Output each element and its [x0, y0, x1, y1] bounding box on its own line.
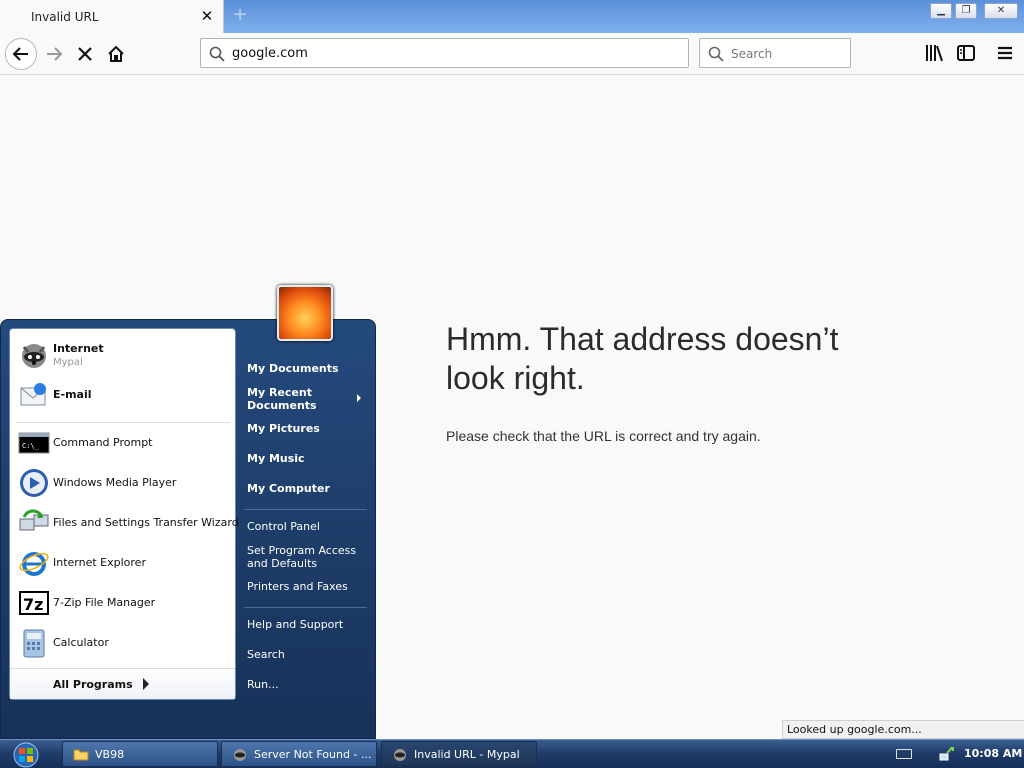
start-link-control-panel[interactable]: Control Panel	[247, 520, 320, 533]
taskbar-item-vb98[interactable]: VB98	[62, 741, 218, 767]
keyboard-icon[interactable]	[896, 749, 912, 759]
tab-title: Invalid URL	[31, 10, 99, 24]
start-item-sublabel: Mypal	[53, 357, 83, 368]
start-link-program-access[interactable]: Set Program Access and Defaults	[247, 544, 357, 570]
start-link-my-music[interactable]: My Music	[247, 452, 305, 465]
start-item-label: E-mail	[53, 388, 92, 401]
error-message: Please check that the URL is correct and…	[446, 428, 761, 444]
right-pane-separator	[244, 607, 367, 608]
hamburger-menu-icon[interactable]	[993, 41, 1017, 65]
forward-button[interactable]	[40, 40, 68, 68]
arrow-right-icon	[143, 678, 149, 690]
raccoon-browser-icon	[22, 344, 46, 368]
start-link-recent-documents[interactable]: My Recent Documents	[247, 386, 347, 412]
raccoon-browser-icon	[394, 749, 406, 761]
start-item-internet[interactable]: Internet Mypal	[10, 337, 235, 373]
back-button[interactable]	[5, 38, 37, 70]
tab-strip: Invalid URL ✕ + ▁ ❐ ✕	[0, 0, 1024, 34]
pinned-separator	[16, 422, 230, 423]
home-button[interactable]	[102, 40, 130, 68]
new-tab-icon[interactable]: +	[231, 5, 249, 25]
search-placeholder: Search	[731, 47, 773, 61]
start-item-label: 7-Zip File Manager	[53, 596, 156, 609]
taskbar: VB98 Server Not Found - ... Invalid URL …	[0, 739, 1024, 768]
svg-text:7z: 7z	[23, 595, 43, 614]
home-icon	[108, 45, 124, 62]
navigation-toolbar: Search	[0, 33, 1024, 75]
all-programs-button[interactable]: All Programs	[10, 668, 235, 699]
user-avatar[interactable]	[277, 285, 333, 341]
back-arrow-icon	[12, 47, 28, 61]
raccoon-browser-icon	[234, 749, 246, 761]
start-item-calculator[interactable]: Calculator	[10, 625, 235, 661]
start-link-run[interactable]: Run...	[247, 678, 279, 691]
start-item-label: Calculator	[53, 636, 109, 649]
start-link-my-computer[interactable]: My Computer	[247, 482, 330, 495]
tab-invalid-url[interactable]: Invalid URL ✕	[0, 0, 224, 34]
email-envelope-icon	[20, 383, 46, 406]
calculator-icon	[23, 629, 45, 658]
search-icon	[209, 46, 225, 62]
start-item-label: Command Prompt	[53, 436, 153, 449]
search-icon	[708, 46, 724, 62]
search-bar[interactable]: Search	[699, 38, 851, 68]
start-item-email[interactable]: E-mail	[10, 377, 235, 413]
stop-icon	[78, 47, 92, 61]
taskbar-item-label: VB98	[95, 748, 125, 761]
transfer-wizard-icon	[19, 509, 49, 531]
internet-explorer-icon	[19, 552, 49, 576]
command-prompt-icon: C:\_	[18, 432, 50, 454]
taskbar-item-label: Invalid URL - Mypal	[414, 748, 520, 761]
start-link-my-documents[interactable]: My Documents	[247, 362, 339, 375]
start-link-search[interactable]: Search	[247, 648, 285, 661]
start-item-label: Files and Settings Transfer Wizard	[53, 516, 239, 529]
start-link-printers[interactable]: Printers and Faxes	[247, 580, 348, 593]
start-item-command-prompt[interactable]: C:\_ Command Prompt	[10, 425, 235, 461]
start-link-my-pictures[interactable]: My Pictures	[247, 422, 320, 435]
start-item-transfer-wizard[interactable]: Files and Settings Transfer Wizard	[10, 505, 239, 541]
start-link-help[interactable]: Help and Support	[247, 618, 343, 631]
start-item-label: Windows Media Player	[53, 476, 177, 489]
start-item-label: Internet	[53, 342, 104, 355]
taskbar-item-label: Server Not Found - ...	[254, 748, 372, 761]
all-programs-label: All Programs	[53, 678, 133, 691]
taskbar-item-invalid-url[interactable]: Invalid URL - Mypal	[381, 741, 537, 767]
forward-arrow-icon	[47, 47, 63, 61]
status-bar: Looked up google.com...	[782, 720, 1024, 739]
error-title: Hmm. That address doesn’t look right.	[446, 321, 839, 396]
library-icon[interactable]	[922, 41, 946, 65]
media-player-icon	[20, 469, 48, 497]
folder-icon	[73, 749, 89, 761]
right-pane-separator	[244, 509, 367, 510]
url-input[interactable]	[232, 46, 672, 61]
taskbar-item-server-not-found[interactable]: Server Not Found - ...	[221, 741, 377, 767]
minimize-button[interactable]: ▁	[930, 3, 952, 19]
start-item-label: Internet Explorer	[53, 556, 146, 569]
url-bar[interactable]	[200, 38, 689, 68]
tab-close-icon[interactable]: ✕	[199, 8, 215, 24]
restore-button[interactable]: ❐	[955, 3, 977, 19]
start-menu-programs-pane: Internet Mypal E-mail C:\_ Command Promp…	[9, 328, 239, 700]
submenu-arrow-icon	[357, 394, 361, 402]
network-icon[interactable]	[938, 745, 956, 763]
window-close-button[interactable]: ✕	[984, 3, 1018, 19]
svg-text:C:\_: C:\_	[22, 442, 40, 450]
stop-button[interactable]	[71, 40, 99, 68]
start-menu: Internet Mypal E-mail C:\_ Command Promp…	[0, 319, 376, 739]
start-button[interactable]	[5, 741, 47, 768]
start-item-media-player[interactable]: Windows Media Player	[10, 465, 235, 501]
start-item-7zip[interactable]: 7z 7-Zip File Manager	[10, 585, 235, 621]
sidebar-icon[interactable]	[954, 41, 978, 65]
7zip-icon: 7z	[19, 591, 49, 615]
system-clock[interactable]: 10:08 AM	[964, 747, 1022, 760]
start-item-internet-explorer[interactable]: Internet Explorer	[10, 545, 235, 581]
